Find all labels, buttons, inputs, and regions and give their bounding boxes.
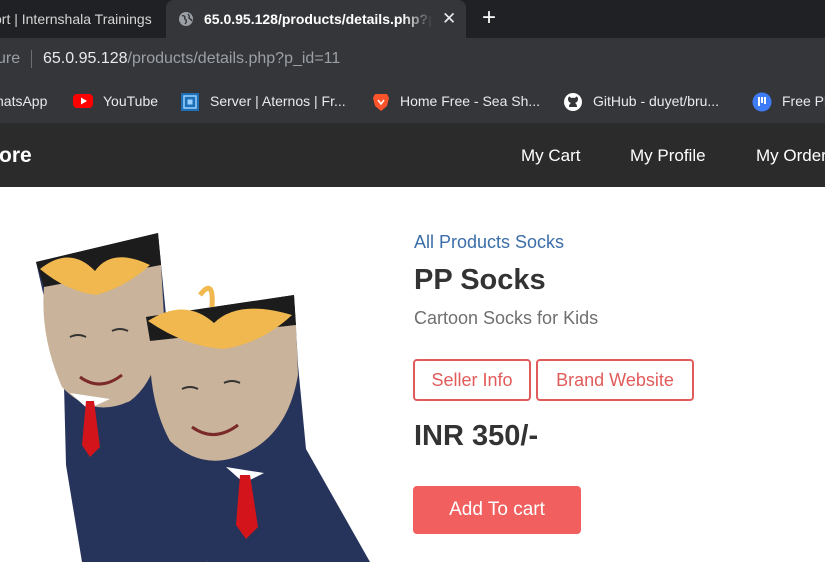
- github-icon: [564, 93, 582, 111]
- url-field[interactable]: 65.0.95.128/products/details.php?p_id=11: [43, 38, 340, 80]
- tab-internshala[interactable]: ort | Internshala Trainings: [0, 0, 166, 38]
- tab-product-details[interactable]: 65.0.95.128/products/details.php?p_id=11…: [166, 0, 466, 38]
- bookmarks-bar: natsApp YouTube Server | Aternos | Fr...…: [0, 80, 825, 124]
- bookmark-label: natsApp: [0, 93, 48, 109]
- aternos-icon: [181, 93, 199, 111]
- globe-icon: [179, 12, 193, 26]
- product-subtitle: Cartoon Socks for Kids: [414, 308, 599, 328]
- pl-icon: [752, 92, 772, 112]
- youtube-icon: [73, 94, 93, 108]
- nav-my-cart[interactable]: My Cart: [521, 124, 581, 187]
- site-navbar: tore My Cart My Profile My Order: [0, 124, 825, 187]
- socks-product-image: [36, 233, 370, 562]
- address-divider: [31, 50, 32, 68]
- bookmark-label: Home Free - Sea Sh...: [400, 93, 541, 109]
- add-to-cart-button[interactable]: Add To cart: [413, 486, 581, 534]
- nav-my-orders[interactable]: My Order: [756, 124, 825, 187]
- product-price: INR 350/-: [414, 420, 539, 452]
- bookmark-label: Free Pl: [782, 93, 825, 109]
- close-tab-icon[interactable]: ✕: [442, 0, 456, 38]
- url-host: 65.0.95.128: [43, 50, 128, 67]
- tab-title: ort | Internshala Trainings: [0, 11, 152, 27]
- url-path: /products/details.php?p_id=11: [127, 50, 341, 67]
- seller-info-button[interactable]: Seller Info: [413, 359, 531, 401]
- bookmark-label: GitHub - duyet/bru...: [593, 93, 720, 109]
- nav-my-profile[interactable]: My Profile: [630, 124, 706, 187]
- bookmark-label: YouTube: [103, 93, 159, 109]
- brand-website-button[interactable]: Brand Website: [536, 359, 694, 401]
- breadcrumb[interactable]: All Products Socks: [414, 232, 564, 253]
- new-tab-button[interactable]: +: [482, 0, 496, 36]
- bookmark-label: Server | Aternos | Fr...: [210, 93, 346, 109]
- browser-tab-strip: ort | Internshala Trainings 65.0.95.128/…: [0, 0, 825, 38]
- tab-title: 65.0.95.128/products/details.php?p_id=11: [204, 11, 432, 27]
- tab-title-fade: [402, 0, 432, 38]
- address-bar[interactable]: ure 65.0.95.128/products/details.php?p_i…: [0, 38, 825, 80]
- product-title: PP Socks: [414, 264, 546, 296]
- brave-icon: [373, 94, 389, 111]
- site-brand[interactable]: tore: [0, 124, 32, 187]
- security-label[interactable]: ure: [0, 38, 20, 80]
